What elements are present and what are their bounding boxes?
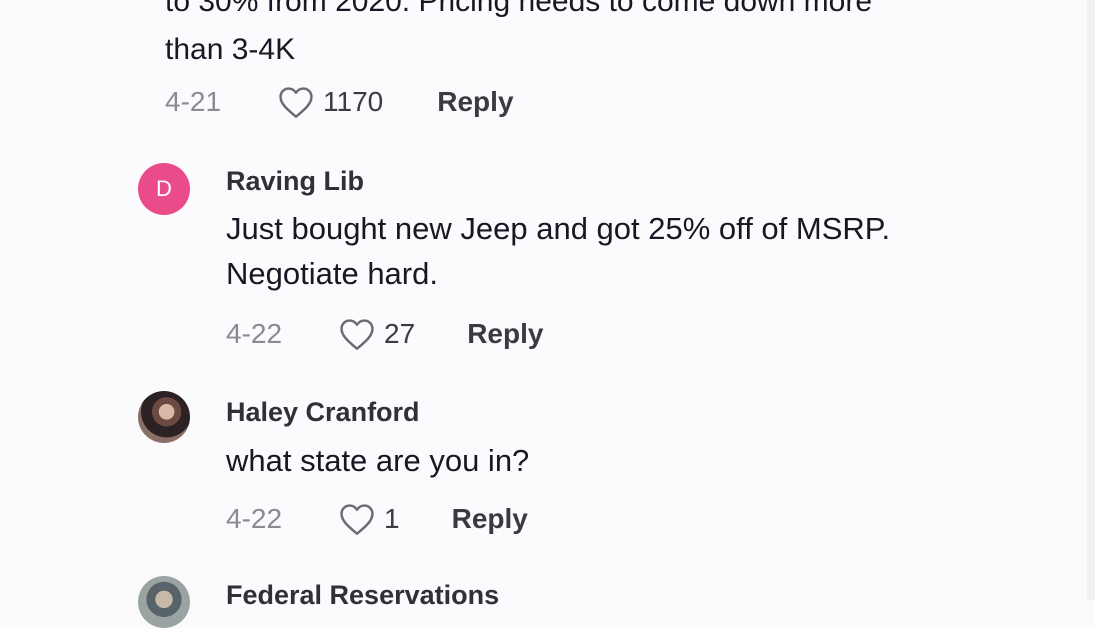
username[interactable]: Federal Reservations — [226, 580, 499, 611]
comment-meta-row: 4-21 1170 Reply — [165, 82, 514, 122]
avatar[interactable] — [138, 576, 190, 628]
reply-button[interactable]: Reply — [452, 503, 528, 535]
heart-outline-icon — [338, 317, 376, 351]
comment-date: 4-22 — [226, 318, 283, 349]
like-count: 27 — [384, 318, 416, 349]
like-button[interactable]: 27 — [338, 317, 415, 351]
comment-text: Just bought new Jeep and got 25% off of … — [226, 211, 891, 291]
comment-text: what state are you in? — [226, 443, 530, 478]
comment-meta-row: 4-22 27 Reply — [226, 314, 543, 354]
like-button[interactable]: 1 — [338, 502, 400, 536]
username[interactable]: Haley Cranford — [226, 397, 420, 428]
avatar[interactable]: D — [138, 163, 190, 215]
like-button[interactable]: 1170 — [277, 85, 383, 119]
comment-date: 4-21 — [165, 86, 222, 117]
comment-date: 4-22 — [226, 503, 283, 534]
reply-button[interactable]: Reply — [437, 86, 513, 118]
avatar[interactable] — [138, 391, 190, 443]
heart-outline-icon — [338, 502, 376, 536]
username[interactable]: Raving Lib — [226, 166, 364, 197]
like-count: 1170 — [323, 86, 384, 117]
heart-outline-icon — [277, 85, 315, 119]
reply-button[interactable]: Reply — [467, 318, 543, 350]
scrollbar[interactable] — [1087, 0, 1095, 600]
comment-meta-row: 4-22 1 Reply — [226, 499, 528, 539]
like-count: 1 — [384, 503, 400, 534]
comment-text: to 30% from 2020. Pricing needs to come … — [165, 0, 873, 66]
